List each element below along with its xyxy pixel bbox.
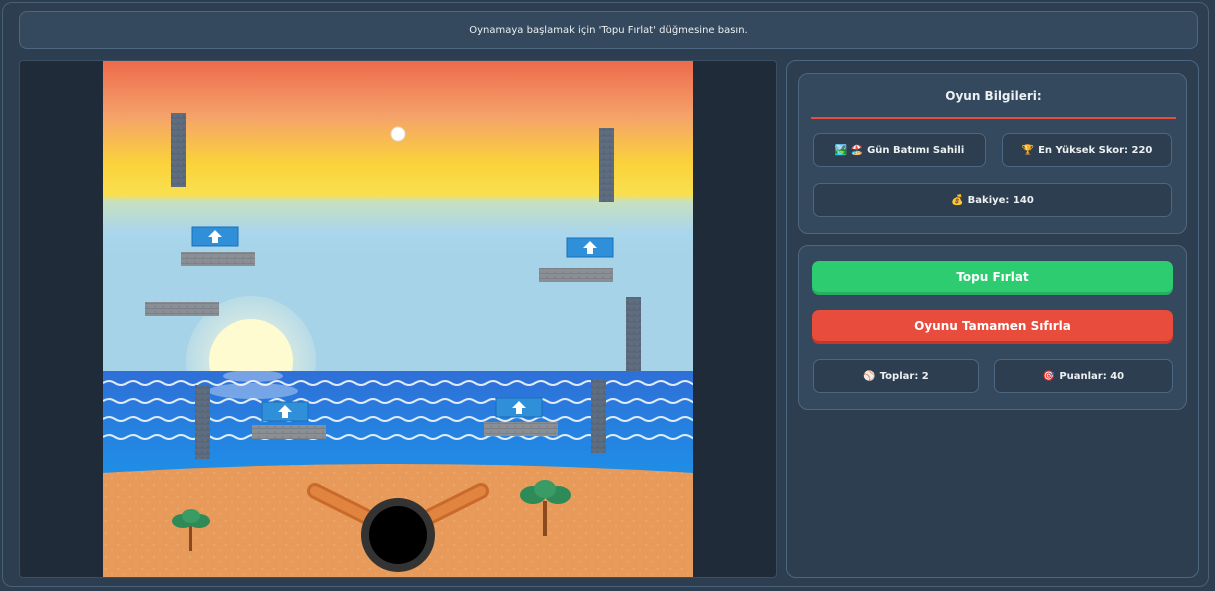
balance-text: Bakiye: 140: [967, 194, 1034, 206]
pillar-obstacle: [195, 385, 210, 459]
game-canvas-container[interactable]: [19, 60, 777, 578]
game-info-card: Oyun Bilgileri: 🏞️ 🏖️ Gün Batımı Sahili …: [798, 73, 1187, 234]
balance-badge: 💰 Bakiye: 140: [813, 183, 1172, 217]
beach-icon: 🏞️ 🏖️: [834, 144, 864, 156]
pillar-obstacle: [171, 113, 186, 187]
brick-platform: [145, 302, 219, 316]
bouncer-pad: [566, 237, 614, 258]
trophy-icon: 🏆: [1021, 144, 1035, 156]
sea-mist: [208, 383, 298, 399]
launch-ball-button[interactable]: Topu Fırlat: [812, 261, 1173, 292]
controls-card: Topu Fırlat Oyunu Tamamen Sıfırla ⚾ Topl…: [798, 245, 1187, 410]
pillar-obstacle: [626, 297, 641, 371]
brick-platform: [484, 422, 558, 436]
target-icon: 🎯: [1042, 370, 1056, 382]
sea-mist: [223, 370, 283, 382]
level-badge: 🏞️ 🏖️ Gün Batımı Sahili: [813, 133, 986, 167]
goal-hole-inner: [369, 506, 427, 564]
bouncer-pad: [191, 226, 239, 247]
high-score-text: En Yüksek Skor: 220: [1038, 144, 1153, 156]
pillar-obstacle: [591, 379, 606, 453]
bouncer-pad: [261, 401, 309, 422]
game-canvas[interactable]: [103, 61, 693, 577]
status-message: Oynamaya başlamak için 'Topu Fırlat' düğ…: [19, 11, 1198, 49]
pillar-obstacle: [599, 128, 614, 202]
ball-icon: ⚾: [863, 370, 876, 382]
bouncer-pad: [495, 397, 543, 418]
level-name: Gün Batımı Sahili: [867, 144, 965, 156]
brick-platform: [539, 268, 613, 282]
reset-game-button[interactable]: Oyunu Tamamen Sıfırla: [812, 310, 1173, 341]
balls-badge: ⚾ Toplar: 2: [813, 359, 979, 393]
balls-text: Toplar: 2: [879, 370, 929, 382]
sky-background: [103, 61, 693, 373]
points-text: Puanlar: 40: [1059, 370, 1125, 382]
high-score-badge: 🏆 En Yüksek Skor: 220: [1002, 133, 1172, 167]
brick-platform: [252, 425, 326, 439]
money-bag-icon: 💰: [951, 194, 964, 206]
brick-platform: [181, 252, 255, 266]
ball: [390, 126, 406, 142]
status-text: Oynamaya başlamak için 'Topu Fırlat' düğ…: [469, 24, 748, 36]
side-panel: Oyun Bilgileri: 🏞️ 🏖️ Gün Batımı Sahili …: [786, 60, 1199, 578]
info-title: Oyun Bilgileri:: [811, 74, 1176, 119]
points-badge: 🎯 Puanlar: 40: [994, 359, 1173, 393]
